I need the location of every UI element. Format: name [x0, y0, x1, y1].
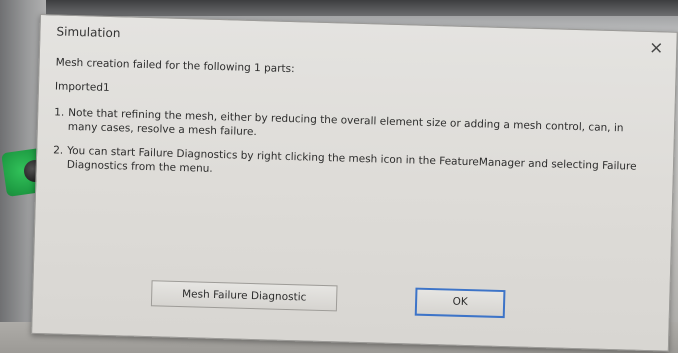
dialog-title: Simulation — [56, 24, 121, 41]
mesh-failure-diagnostic-button[interactable]: Mesh Failure Diagnostic — [150, 280, 338, 312]
close-icon[interactable]: × — [646, 38, 667, 59]
dialog-message: Mesh creation failed for the following 1… — [52, 55, 655, 198]
note-text: You can start Failure Diagnostics by rig… — [66, 144, 637, 175]
simulation-dialog: Simulation × Mesh creation failed for th… — [31, 14, 678, 352]
notes-list: 1. Note that refining the mesh, either b… — [53, 105, 655, 188]
note-number: 1. — [54, 106, 65, 119]
background-top-band — [0, 0, 678, 16]
note-text: Note that refining the mesh, either by r… — [67, 106, 624, 139]
note-item: 2. You can start Failure Diagnostics by … — [53, 143, 654, 188]
failed-part-name: Imported1 — [54, 80, 110, 94]
note-number: 2. — [53, 144, 64, 157]
note-item: 1. Note that refining the mesh, either b… — [54, 105, 655, 150]
ok-button[interactable]: OK — [414, 287, 506, 319]
